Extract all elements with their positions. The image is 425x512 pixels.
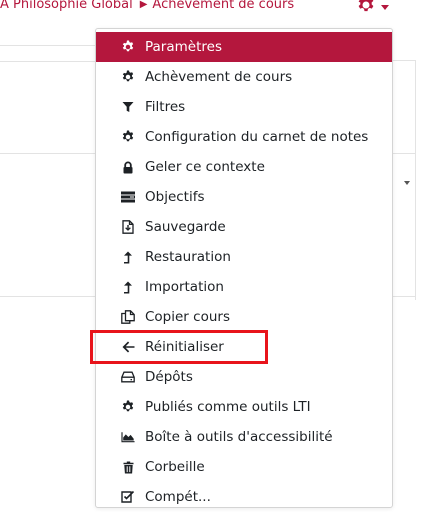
level-up-icon: [121, 280, 135, 294]
objectives-icon: [121, 190, 135, 204]
menu-item-sauvegarde[interactable]: Sauvegarde: [96, 212, 392, 242]
menu-item-label: Filtres: [145, 99, 186, 115]
menu-item-label: Objectifs: [145, 189, 205, 205]
menu-item-label: Compét...: [145, 489, 211, 505]
menu-item-label: Publiés comme outils LTI: [145, 399, 311, 415]
menu-item-label: Achèvement de cours: [145, 69, 293, 85]
chevron-down-icon[interactable]: [404, 181, 410, 185]
menu-item-reinitialiser[interactable]: Réinitialiser: [96, 332, 392, 362]
menu-item-filtres[interactable]: Filtres: [96, 92, 392, 122]
menu-item-parametres[interactable]: Paramètres: [96, 32, 392, 62]
menu-item-label: Dépôts: [145, 369, 193, 385]
menu-item-label: Importation: [145, 279, 224, 295]
menu-item-label: Geler ce contexte: [145, 159, 265, 175]
menu-item-label: Restauration: [145, 249, 231, 265]
menu-item-label: Sauvegarde: [145, 219, 226, 235]
gear-icon: [121, 130, 135, 144]
menu-item-accessibilite[interactable]: Boîte à outils d'accessibilité: [96, 422, 392, 452]
menu-item-importation[interactable]: Importation: [96, 272, 392, 302]
gear-icon: [121, 40, 135, 54]
menu-item-corbeille[interactable]: Corbeille: [96, 452, 392, 482]
lock-icon: [121, 160, 135, 174]
breadcrumb-completion[interactable]: Achèvement de cours: [152, 0, 294, 12]
course-actions-menu: Paramètres Achèvement de cours Filtres C…: [95, 28, 393, 508]
breadcrumb: A Philosophie Global ▶ Achèvement de cours: [0, 0, 294, 15]
menu-item-achevement[interactable]: Achèvement de cours: [96, 62, 392, 92]
copy-icon: [121, 310, 135, 324]
gear-icon: [121, 400, 135, 414]
menu-item-restauration[interactable]: Restauration: [96, 242, 392, 272]
trash-icon: [121, 460, 135, 474]
divider: [0, 296, 95, 297]
menu-item-label: Boîte à outils d'accessibilité: [145, 429, 333, 445]
divider: [0, 45, 95, 46]
divider: [0, 153, 95, 154]
arrow-left-icon: [121, 340, 135, 354]
divider: [0, 61, 95, 62]
area-chart-icon: [121, 430, 135, 444]
chevron-down-icon: [381, 4, 389, 10]
checkbox-icon: [121, 490, 135, 504]
divider: [393, 296, 416, 297]
menu-item-label: Copier cours: [145, 309, 230, 325]
divider: [415, 60, 416, 300]
menu-item-carnet-de-notes[interactable]: Configuration du carnet de notes: [96, 122, 392, 152]
menu-item-competences[interactable]: Compét...: [96, 482, 392, 512]
backup-file-icon: [121, 220, 135, 234]
menu-item-depots[interactable]: Dépôts: [96, 362, 392, 392]
divider: [393, 60, 416, 61]
breadcrumb-course[interactable]: A Philosophie Global: [0, 0, 133, 12]
menu-item-label: Configuration du carnet de notes: [145, 129, 369, 145]
filter-icon: [121, 100, 135, 114]
gear-icon: [121, 70, 135, 84]
divider: [393, 153, 416, 154]
menu-item-label: Réinitialiser: [145, 339, 224, 355]
menu-item-label: Paramètres: [145, 39, 222, 55]
menu-item-objectifs[interactable]: Objectifs: [96, 182, 392, 212]
menu-item-label: Corbeille: [145, 459, 205, 475]
breadcrumb-separator-icon: ▶: [139, 0, 148, 10]
hdd-icon: [121, 370, 135, 384]
menu-item-geler[interactable]: Geler ce contexte: [96, 152, 392, 182]
level-up-icon: [121, 250, 135, 264]
gear-icon: [356, 0, 376, 19]
course-actions-toggle[interactable]: [356, 0, 394, 17]
menu-item-lti[interactable]: Publiés comme outils LTI: [96, 392, 392, 422]
menu-item-copier-cours[interactable]: Copier cours: [96, 302, 392, 332]
